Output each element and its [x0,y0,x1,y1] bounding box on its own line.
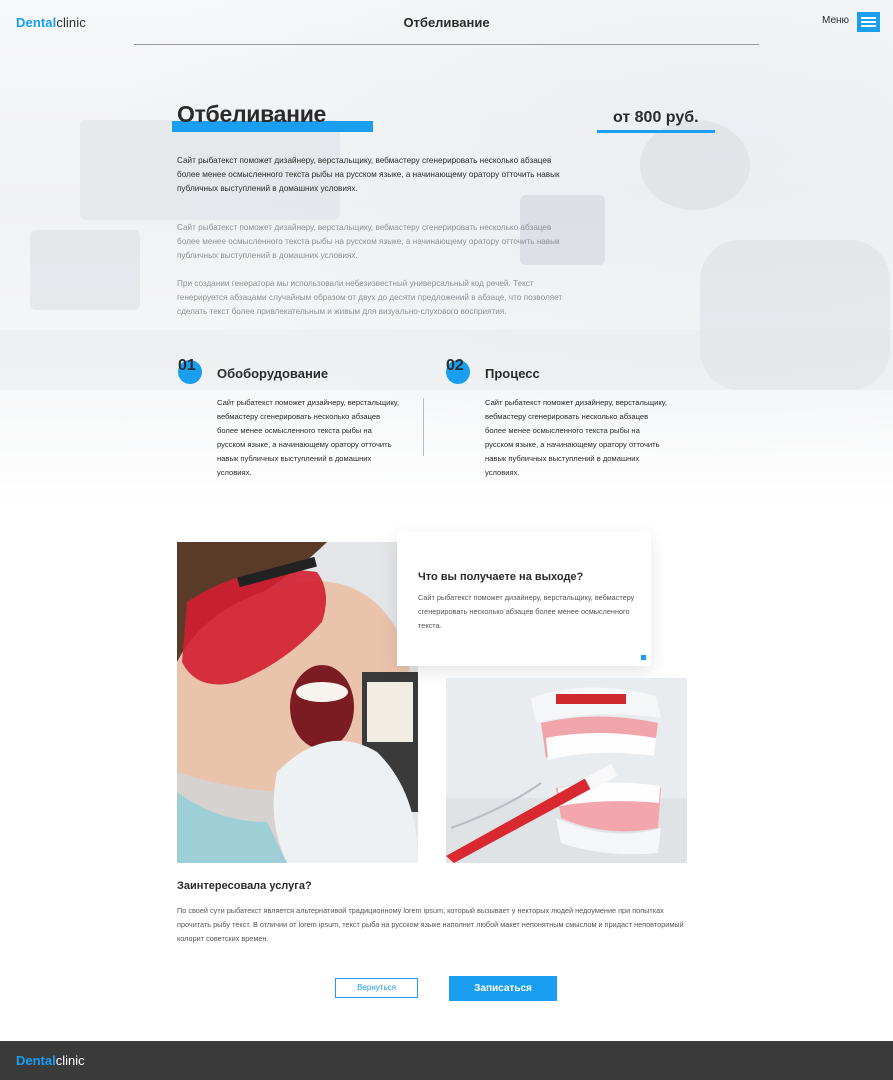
feature-number-badge: 02 [446,357,470,384]
page-title: Отбеливание [177,101,327,127]
feature-divider [423,398,424,456]
hamburger-icon [861,17,876,19]
footer-logo-part-dental: Dental [16,1053,56,1068]
result-card: Что вы получаете на выходе? Сайт рыбатек… [397,532,651,666]
intro-paragraph: Сайт рыбатекст поможет дизайнеру, верста… [177,156,560,193]
feature-title-process: Процесс [485,366,540,381]
dental-model-photo [446,678,687,863]
feature-text-equipment: Сайт рыбатекст поможет дизайнеру, верста… [217,398,399,477]
hamburger-icon-line-2 [861,21,876,23]
result-card-accent-dot [641,655,646,660]
feature-number: 01 [178,357,196,374]
feature-number: 02 [446,357,464,374]
price-underline [597,130,715,133]
feature-text-process: Сайт рыбатекст поможет дизайнеру, верста… [485,398,667,477]
interest-title: Заинтересовала услуга? [177,880,312,892]
site-header: Dentalclinic Отбеливание Меню [0,0,893,46]
result-card-title: Что вы получаете на выходе? [418,571,584,583]
patient-photo [177,542,418,863]
footer-logo-part-clinic: clinic [55,1053,85,1068]
feature-title-equipment: Обоборудование [217,366,329,381]
book-appointment-button[interactable]: Записаться [449,976,557,1001]
interest-text: По своей сути рыбатекст является альтерн… [177,906,684,943]
back-button[interactable]: Вернуться [335,978,418,998]
header-title: Отбеливание [403,15,490,30]
menu-button[interactable] [857,12,880,32]
menu-label[interactable]: Меню [822,15,849,26]
hamburger-icon-line-3 [861,25,876,27]
result-card-text: Сайт рыбатекст поможет дизайнеру, верста… [418,593,635,630]
feature-number-badge: 01 [178,357,202,384]
site-footer: Dentalclinic [0,1041,893,1080]
header-divider [134,44,759,45]
price: от 800 руб. [613,109,699,126]
description-paragraph-2: При создании генератора мы использовали … [177,279,563,316]
footer-logo[interactable]: Dentalclinic [16,1053,85,1068]
description-paragraph-1: Сайт рыбатекст поможет дизайнеру, верста… [177,223,560,260]
